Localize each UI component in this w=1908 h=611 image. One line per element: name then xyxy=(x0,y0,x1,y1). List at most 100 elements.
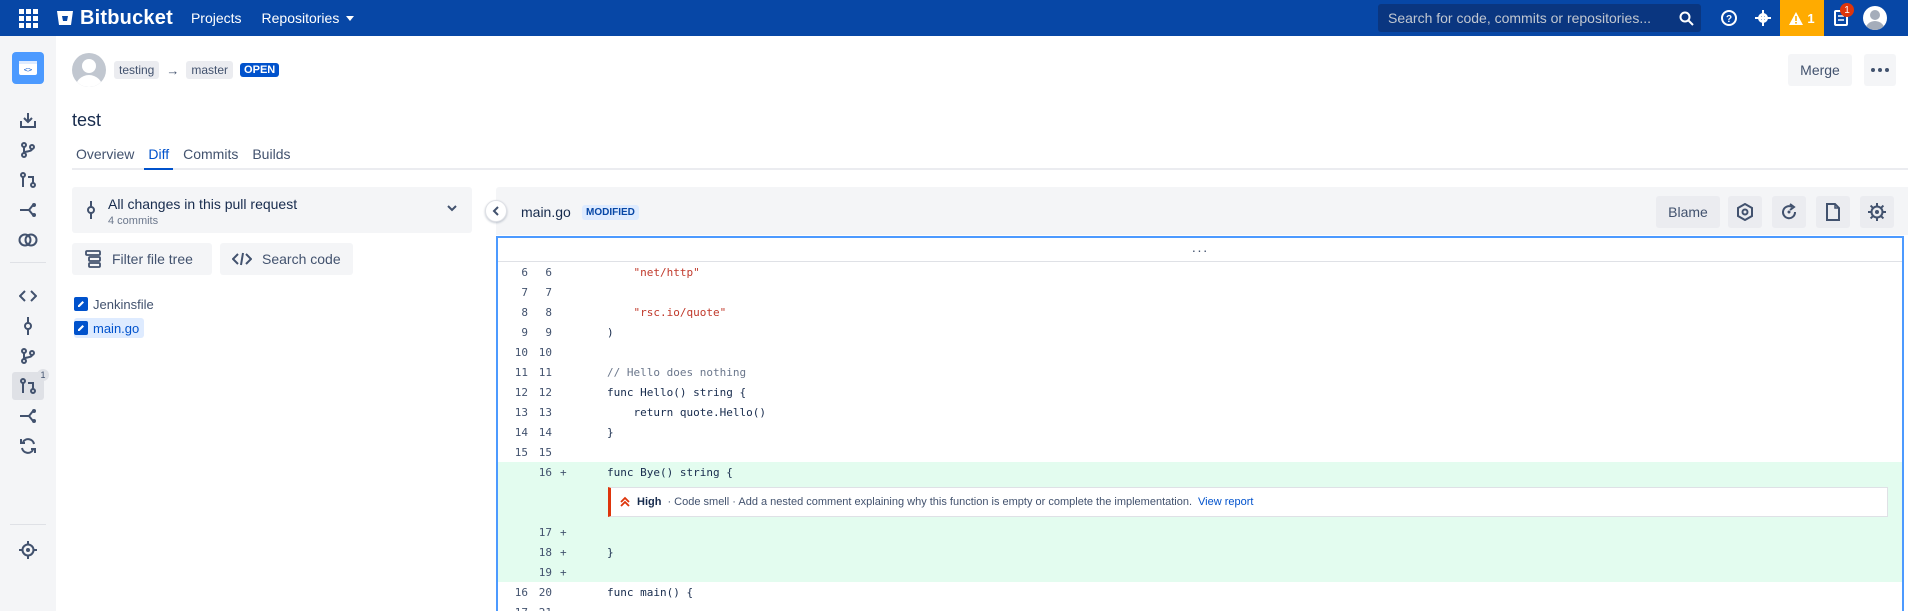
old-line-number: 14 xyxy=(514,425,528,439)
code-text: ) xyxy=(607,325,614,339)
diff-line: 1721 xyxy=(498,602,1902,611)
annotation-message: · Code smell · Add a nested comment expl… xyxy=(667,496,1193,508)
file-tree-item-selected[interactable]: main.go xyxy=(74,318,145,338)
old-line-number: 12 xyxy=(514,385,528,399)
source-icon[interactable] xyxy=(12,282,44,310)
tab-builds[interactable]: Builds xyxy=(248,146,294,170)
forks-icon[interactable] xyxy=(12,402,44,430)
code-text: } xyxy=(607,425,614,439)
create-pull-request-icon[interactable] xyxy=(12,166,44,194)
expand-context-button[interactable]: ··· xyxy=(498,238,1902,262)
repository-avatar-icon[interactable]: <> xyxy=(12,52,44,84)
diff-settings-gear-icon[interactable] xyxy=(1860,196,1894,228)
filter-icon xyxy=(85,250,101,268)
commits-icon[interactable] xyxy=(12,312,44,340)
repository-settings-gear-icon[interactable] xyxy=(12,536,44,564)
view-file-icon[interactable] xyxy=(1816,196,1850,228)
diff-line: 17 + xyxy=(498,522,1902,542)
view-report-link[interactable]: View report xyxy=(1198,496,1253,508)
tab-commits[interactable]: Commits xyxy=(179,146,242,170)
bitbucket-logo[interactable]: Bitbucket xyxy=(56,7,173,30)
settings-gear-icon[interactable] xyxy=(1746,0,1780,36)
collapse-sidebar-chevron-left-icon[interactable] xyxy=(485,200,507,222)
filter-file-tree-button[interactable]: Filter file tree xyxy=(72,243,212,275)
bitbucket-logo-icon xyxy=(57,11,73,25)
chevron-down-icon xyxy=(346,15,355,21)
source-branch[interactable]: testing xyxy=(114,61,160,79)
code-text: return quote.Hello() xyxy=(607,405,766,419)
svg-text:<>: <> xyxy=(24,66,32,74)
old-line-number: 7 xyxy=(521,285,528,299)
refresh-comments-icon[interactable] xyxy=(1772,196,1806,228)
new-line-number: 21 xyxy=(532,606,556,611)
new-line-number: 15 xyxy=(538,445,552,459)
old-line-number: 11 xyxy=(514,365,528,379)
author-avatar[interactable] xyxy=(72,53,106,87)
create-branch-icon[interactable] xyxy=(12,136,44,164)
blame-button[interactable]: Blame xyxy=(1656,196,1720,228)
new-line-number: 20 xyxy=(538,585,552,599)
diff-line: 6 6 "net/http" xyxy=(498,262,1902,282)
nav-projects[interactable]: Projects xyxy=(191,10,242,26)
notifications-icon[interactable]: 1 xyxy=(1824,0,1858,36)
diff-line: 12 12 func Hello() string { xyxy=(498,382,1902,402)
code-insights-icon[interactable] xyxy=(1728,196,1762,228)
pull-requests-icon[interactable]: 1 xyxy=(12,369,49,400)
annotation-severity: High xyxy=(637,496,662,508)
merge-button[interactable]: Merge xyxy=(1788,54,1852,86)
fork-icon[interactable] xyxy=(12,196,44,224)
sidebar-divider xyxy=(10,524,46,525)
new-line-number: 8 xyxy=(545,305,552,319)
diff-lines-after: 17+18+}19+1620func main() {1721 xyxy=(498,522,1902,611)
code-icon xyxy=(232,252,252,266)
clone-icon[interactable] xyxy=(12,106,44,134)
search-code-label: Search code xyxy=(262,251,341,267)
search-code-button[interactable]: Search code xyxy=(220,243,353,275)
modified-file-icon xyxy=(74,297,88,311)
warning-indicator[interactable]: 1 xyxy=(1780,0,1824,36)
search-placeholder: Search for code, commits or repositories… xyxy=(1388,10,1651,26)
changes-scope-dropdown[interactable]: All changes in this pull request 4 commi… xyxy=(72,187,472,233)
diff-lines-before: 66 "net/http" 7 7 8 8 "rsc.io/quote" 9 9) 10 10 1… xyxy=(498,262,1902,482)
diff-marker: + xyxy=(560,565,567,579)
high-priority-chevrons-icon xyxy=(620,496,630,507)
diff-line: 14 14} xyxy=(498,422,1902,442)
changes-subtitle: 4 commits xyxy=(108,215,159,227)
new-line-number: 12 xyxy=(538,385,552,399)
page-title: test xyxy=(72,110,102,130)
warning-count: 1 xyxy=(1807,10,1815,26)
compare-icon[interactable] xyxy=(12,226,44,254)
nav-repositories[interactable]: Repositories xyxy=(262,10,355,26)
new-line-number: 17 xyxy=(538,525,552,539)
target-branch[interactable]: master xyxy=(186,61,234,79)
app-switcher-icon[interactable] xyxy=(0,0,56,36)
diff-line: 9 9) xyxy=(498,322,1902,342)
help-icon[interactable]: ? xyxy=(1712,0,1746,36)
user-avatar[interactable] xyxy=(1858,0,1892,36)
new-line-number: 13 xyxy=(538,405,552,419)
file-tree-item[interactable]: Jenkinsfile xyxy=(74,294,159,314)
diff-line: 19 + xyxy=(498,562,1902,582)
notification-badge: 1 xyxy=(1840,3,1854,17)
builds-icon[interactable] xyxy=(12,432,44,460)
diff-marker: + xyxy=(560,545,567,559)
code-text: } xyxy=(607,545,614,559)
new-line-number: 7 xyxy=(545,285,552,299)
diff-line: 8 8 "rsc.io/quote" xyxy=(498,302,1902,322)
diff-line: 10 10 xyxy=(498,342,1902,362)
more-actions-icon[interactable] xyxy=(1864,54,1896,86)
tab-overview[interactable]: Overview xyxy=(72,146,138,170)
branches-icon[interactable] xyxy=(12,342,44,370)
top-navigation-bar: Bitbucket Projects Repositories Search f… xyxy=(0,0,1908,36)
code-insight-annotation: High · Code smell · Add a nested comment… xyxy=(608,487,1888,517)
new-line-number: 19 xyxy=(538,565,552,579)
search-icon[interactable] xyxy=(1671,11,1701,26)
diff-view: ··· 66 "net/http" 7 7 8 8 "rsc.io/quote" 9 9) 1… xyxy=(496,236,1904,611)
pr-tabs: Overview Diff Commits Builds xyxy=(72,146,1908,170)
diff-line: 13 13 return quote.Hello() xyxy=(498,402,1902,422)
branch-info: testing → master OPEN xyxy=(114,61,280,79)
tab-diff[interactable]: Diff xyxy=(144,146,174,170)
diff-file-name: main.go xyxy=(521,204,571,220)
search-input[interactable]: Search for code, commits or repositories… xyxy=(1378,4,1701,32)
status-badge: OPEN xyxy=(240,63,280,77)
